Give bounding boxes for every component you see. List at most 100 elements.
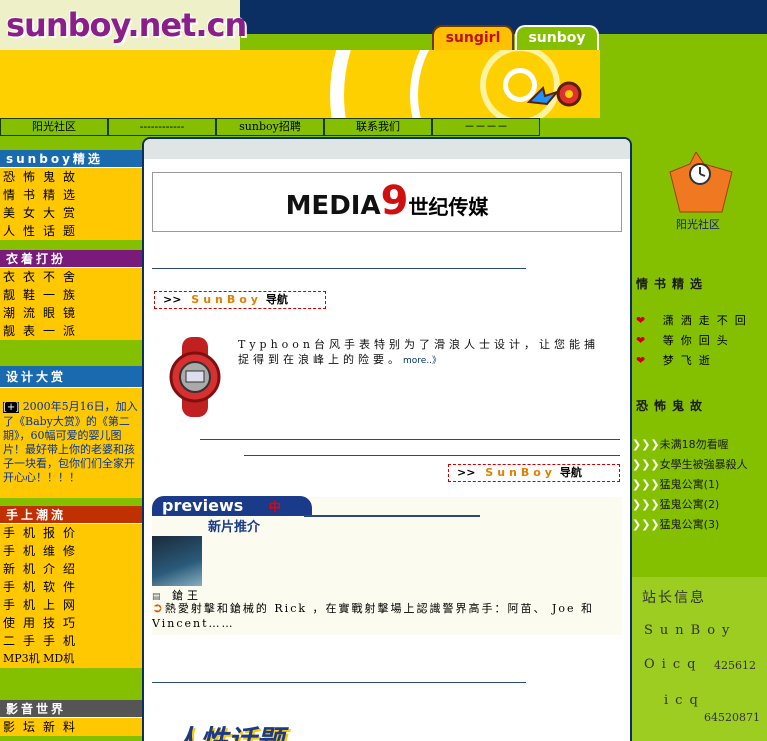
divider <box>152 268 526 269</box>
arrow-icon: >> <box>163 293 182 306</box>
love-item[interactable]: ❤ 潇洒走不回 <box>636 311 753 331</box>
watch-description: Typhoon台风手表特别为了滑浪人士设计，让您能捕捉得到在浪峰上的险要。mor… <box>238 337 610 369</box>
ghost-item-text: 猛鬼公寓(1) <box>659 478 720 491</box>
top-nav: 阳光社区 ------------ sunboy招聘 联系我们 －－－－ <box>0 118 540 136</box>
ghost-item[interactable]: ❯❯❯猛鬼公寓(2) <box>632 495 748 515</box>
more-link[interactable]: more..》 <box>403 356 441 366</box>
love-item[interactable]: ❤ 等你回头 <box>636 331 753 351</box>
sidebar-item[interactable]: 手机报价 <box>0 524 142 542</box>
sidebar-item[interactable]: 潮流眼镜 <box>0 304 142 322</box>
webmaster-panel: 站长信息 SunBoy Oicq 425612 icq 64520871 <box>632 577 767 741</box>
sidebar-item[interactable]: 二手手机 <box>0 632 142 650</box>
sidebar-item[interactable]: 人性话题 <box>0 222 142 240</box>
sunboy-nav-link[interactable]: >> SunBoy 导航 <box>448 464 620 482</box>
love-item-text: 梦飞逝 <box>662 354 717 367</box>
sidebar-section-mobile: 手上潮流 手机报价 手机维修 新机介绍 手机软件 手机上网 使用技巧 二手手机 … <box>0 506 142 676</box>
left-sidebar: sunboy精选 恐怖鬼故 情书精选 美女大赏 人性话题 衣着打扮 衣衣不舍 靓… <box>0 148 142 741</box>
news-badge: [+] <box>3 402 20 413</box>
double-arrow-icon: ❯❯❯ <box>632 438 660 451</box>
design-news[interactable]: [+] 2000年5月16日，加入了《Baby大赏》的《第二期》，60幅可爱的婴… <box>0 388 142 485</box>
double-arrow-icon: ❯❯❯ <box>632 518 660 531</box>
nav-label-cn: 导航 <box>559 466 582 479</box>
bottom-heading: 人性话题 <box>172 724 285 741</box>
watch-image[interactable] <box>164 337 228 417</box>
media9-ad[interactable]: MEDIA9世纪传媒 <box>152 172 622 232</box>
sidebar-item[interactable]: 手机上网 <box>0 596 142 614</box>
news-text: 2000年5月16日，加入了《Baby大赏》的《第二期》，60幅可爱的婴儿图片！… <box>3 400 138 484</box>
main-content: MEDIA9世纪传媒 >> SunBoy 导航 Typhoon台风手表特别为了滑… <box>142 137 632 741</box>
previews-label: previews <box>162 496 244 515</box>
love-letters-title: 情书精选 <box>636 277 709 291</box>
ghost-item[interactable]: ❯❯❯猛鬼公寓(3) <box>632 515 748 535</box>
love-letters-list: ❤ 潇洒走不回 ❤ 等你回头 ❤ 梦飞逝 <box>636 311 753 371</box>
love-item[interactable]: ❤ 梦飞逝 <box>636 351 753 371</box>
right-sidebar: 阳光社区 情书精选 ❤ 潇洒走不回 ❤ 等你回头 ❤ 梦飞逝 恐怖鬼故 ❯❯❯未… <box>632 137 767 741</box>
male-symbol-icon <box>526 81 582 107</box>
nav-item-placeholder[interactable]: ------------ <box>108 118 216 136</box>
ad-logo-number: 9 <box>380 178 409 224</box>
tab-sunboy[interactable]: sunboy <box>515 25 599 50</box>
sidebar-section-title: sunboy精选 <box>0 150 142 168</box>
sidebar-item[interactable]: 影坛新料 <box>0 718 142 736</box>
heart-icon: ❤ <box>636 314 653 327</box>
sidebar-item[interactable]: 手机维修 <box>0 542 142 560</box>
sidebar-section-title: 手上潮流 <box>0 506 142 524</box>
film-description: ➲熱愛射擊和鎗械的 Rick ，在實戰射擊場上認識警界高手：阿苗、 Joe 和 … <box>152 601 622 631</box>
ad-logo-text: MEDIA <box>285 191 381 221</box>
double-arrow-icon: ❯❯❯ <box>632 478 660 491</box>
nav-label-cn: 导航 <box>265 293 288 306</box>
oicq-label: Oicq <box>644 657 703 672</box>
sunboy-clock-logo-icon[interactable] <box>660 152 740 216</box>
ghost-item[interactable]: ❯❯❯猛鬼公寓(1) <box>632 475 748 495</box>
sidebar-item[interactable]: 手机软件 <box>0 578 142 596</box>
sidebar-item[interactable]: 衣衣不舍 <box>0 268 142 286</box>
divider <box>152 682 526 683</box>
ghost-item-text: 未满18勿看喔 <box>659 438 729 451</box>
community-label[interactable]: 阳光社区 <box>676 216 720 232</box>
previews-underline <box>304 515 480 517</box>
love-item-text: 等你回头 <box>662 334 735 347</box>
sidebar-section-picks: sunboy精选 恐怖鬼故 情书精选 美女大赏 人性话题 <box>0 150 142 248</box>
sidebar-item[interactable]: MP3机 MD机 <box>0 650 142 668</box>
ghost-item-text: 猛鬼公寓(3) <box>659 518 720 531</box>
sidebar-section-title: 设计大赏 <box>0 366 142 388</box>
ghost-item[interactable]: ❯❯❯女學生被強暴殺人 <box>632 455 748 475</box>
sidebar-section-title: 影音世界 <box>0 700 142 718</box>
oicq-value: 425612 <box>714 659 756 672</box>
new-films-label: 新片推介 <box>208 520 261 535</box>
sidebar-item[interactable]: 靓表一派 <box>0 322 142 340</box>
film-poster-image[interactable] <box>152 536 202 586</box>
nav-item-blank[interactable]: －－－－ <box>432 118 540 136</box>
sidebar-item[interactable]: 美女大赏 <box>0 204 142 222</box>
sidebar-section-media: 影音世界 影坛新料 <box>0 700 142 736</box>
double-arrow-icon: ❯❯❯ <box>632 458 660 471</box>
ghost-item[interactable]: ❯❯❯未满18勿看喔 <box>632 435 748 455</box>
sidebar-item[interactable]: 使用技巧 <box>0 614 142 632</box>
sidebar-item[interactable]: 恐怖鬼故 <box>0 168 142 186</box>
banner-side <box>600 50 767 118</box>
section-divider <box>0 340 142 348</box>
sidebar-item[interactable]: 新机介绍 <box>0 560 142 578</box>
content-top-strip <box>144 139 630 159</box>
site-logo[interactable]: sunboy.net.cn <box>6 6 247 44</box>
sunboy-nav-link[interactable]: >> SunBoy 导航 <box>154 291 326 309</box>
arrow-icon: >> <box>457 466 476 479</box>
nav-label-en: SunBoy <box>485 466 556 479</box>
banner <box>0 50 600 118</box>
sidebar-section-title: 衣着打扮 <box>0 250 142 268</box>
icq-label: icq <box>664 693 705 708</box>
webmaster-name: SunBoy <box>644 623 737 638</box>
nav-item-community[interactable]: 阳光社区 <box>0 118 108 136</box>
section-divider <box>0 668 142 676</box>
ghost-stories-list: ❯❯❯未满18勿看喔 ❯❯❯女學生被強暴殺人 ❯❯❯猛鬼公寓(1) ❯❯❯猛鬼公… <box>632 435 748 535</box>
webmaster-title: 站长信息 <box>642 590 706 606</box>
tab-sungirl[interactable]: sungirl <box>432 25 514 50</box>
nav-item-contact[interactable]: 联系我们 <box>324 118 432 136</box>
sidebar-item[interactable]: 情书精选 <box>0 186 142 204</box>
nav-item-jobs[interactable]: sunboy招聘 <box>216 118 324 136</box>
previews-header: previews 中 <box>152 496 312 516</box>
nav-label-en: SunBoy <box>191 293 262 306</box>
arrow-circle-icon: ➲ <box>152 601 165 616</box>
sidebar-item[interactable]: 靓鞋一族 <box>0 286 142 304</box>
icq-value: 64520871 <box>704 711 760 724</box>
